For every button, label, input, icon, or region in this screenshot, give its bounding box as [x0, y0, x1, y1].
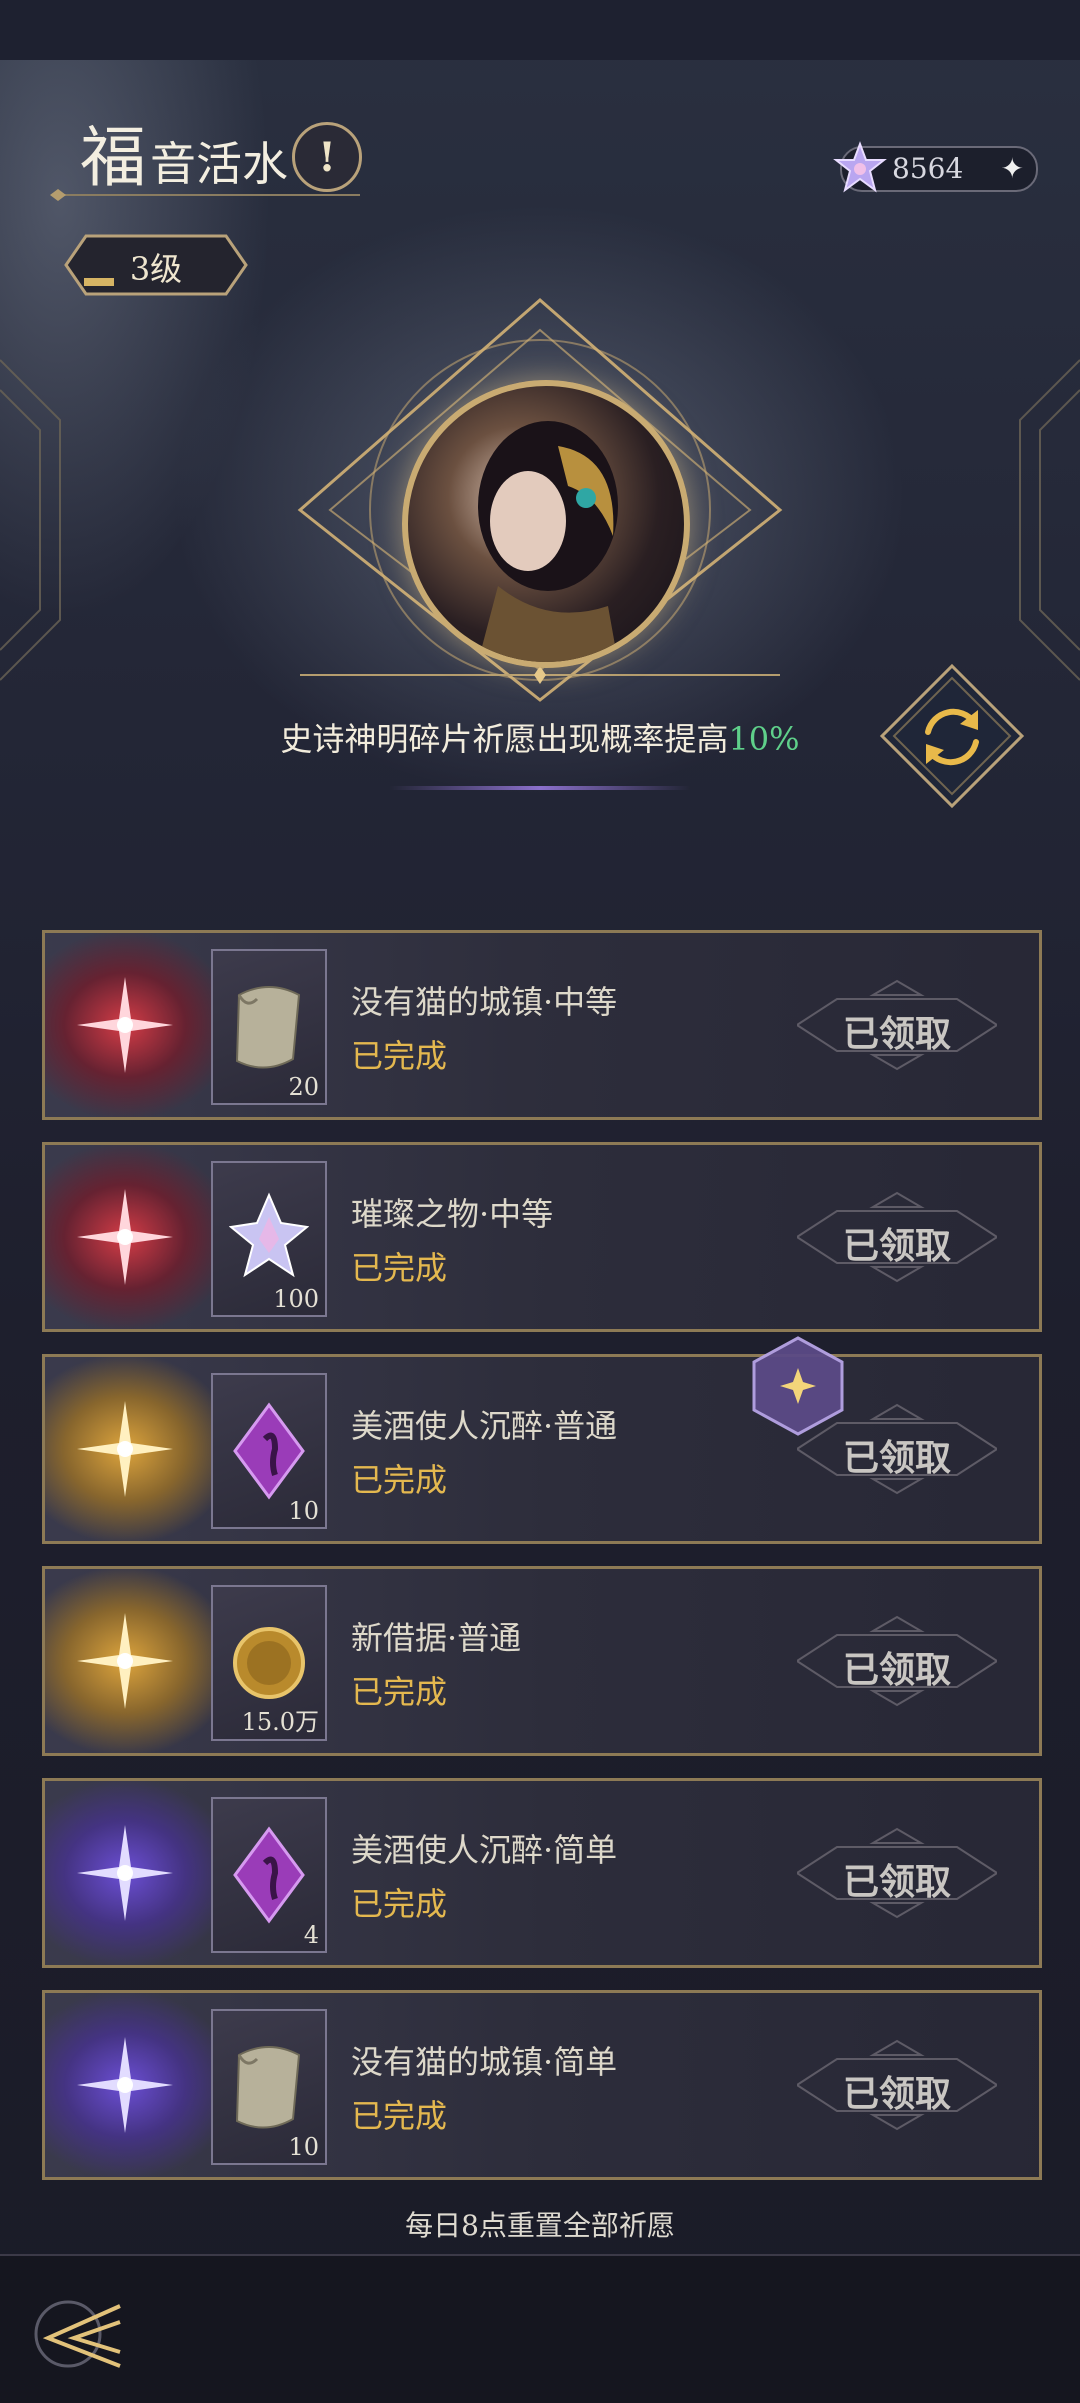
- rarity-star-icon: [77, 977, 173, 1073]
- add-currency-icon[interactable]: ✦: [1001, 152, 1024, 185]
- task-card: 10 没有猫的城镇·简单 已完成 已领取: [42, 1990, 1042, 2180]
- crystal-star-icon: [833, 141, 887, 193]
- claimed-button[interactable]: 已领取: [797, 1187, 997, 1287]
- claimed-button[interactable]: 已领取: [797, 975, 997, 1075]
- task-name: 美酒使人沉醉·普通: [351, 1407, 618, 1445]
- reward-item-slot[interactable]: 100: [211, 1161, 327, 1317]
- bonus-prefix: 史诗神明碎片祈愿出现概率提高: [280, 720, 729, 758]
- daily-reset-note: 每日8点重置全部祈愿: [405, 2209, 675, 2242]
- claimed-label: 已领取: [842, 2073, 951, 2115]
- claimed-label: 已领取: [842, 1013, 951, 1055]
- page-title: 福 音活水: [80, 125, 288, 191]
- claimed-button[interactable]: 已领取: [797, 1823, 997, 1923]
- status-bar: [0, 0, 1080, 60]
- back-arrow-icon: [42, 2304, 121, 2368]
- reward-quantity: 20: [288, 1073, 319, 1101]
- task-name: 新借据·普通: [351, 1619, 522, 1657]
- task-card: 20 没有猫的城镇·中等 已完成 已领取: [42, 930, 1042, 1120]
- bonus-underline: [390, 786, 690, 790]
- shard-icon: [229, 1823, 309, 1931]
- task-status: 已完成: [351, 1037, 448, 1075]
- refresh-button[interactable]: [878, 662, 1026, 810]
- floating-star-button[interactable]: [748, 1334, 848, 1438]
- title-first-char: 福: [80, 119, 146, 196]
- level-label: 3级: [129, 250, 183, 288]
- reward-quantity: 100: [273, 1285, 319, 1313]
- reward-quantity: 10: [288, 1497, 319, 1525]
- reward-quantity: 4: [303, 1921, 319, 1949]
- task-name: 没有猫的城镇·中等: [351, 983, 618, 1021]
- crystal-icon: [228, 1187, 310, 1295]
- character-portrait: [402, 380, 690, 668]
- info-button[interactable]: !: [292, 122, 362, 192]
- reward-item-slot[interactable]: 4: [211, 1797, 327, 1953]
- rarity-star-icon: [77, 1825, 173, 1921]
- reward-quantity: 15.0万: [241, 1708, 319, 1736]
- task-status: 已完成: [351, 2097, 448, 2135]
- task-card: 15.0万 新借据·普通 已完成 已领取: [42, 1566, 1042, 1756]
- scroll-icon: [229, 975, 309, 1083]
- currency-counter[interactable]: 8564 ✦: [833, 141, 1038, 193]
- level-badge: 3级: [52, 232, 260, 298]
- task-status: 已完成: [351, 1249, 448, 1287]
- task-status: 已完成: [351, 1673, 448, 1711]
- task-card: 10 美酒使人沉醉·普通 已完成 已领取: [42, 1354, 1042, 1544]
- reward-item-slot[interactable]: 15.0万: [211, 1585, 327, 1741]
- bottom-bar: [0, 2254, 1080, 2403]
- claimed-label: 已领取: [842, 1861, 951, 1903]
- claimed-button[interactable]: 已领取: [797, 2035, 997, 2135]
- claimed-button[interactable]: 已领取: [797, 1611, 997, 1711]
- task-card: 4 美酒使人沉醉·简单 已完成 已领取: [42, 1778, 1042, 1968]
- rarity-star-icon: [77, 1189, 173, 1285]
- task-name: 没有猫的城镇·简单: [351, 2043, 618, 2081]
- task-card: 100 璀璨之物·中等 已完成 已领取: [42, 1142, 1042, 1332]
- claimed-label: 已领取: [842, 1649, 951, 1691]
- claimed-label: 已领取: [842, 1225, 951, 1267]
- reward-item-slot[interactable]: 20: [211, 949, 327, 1105]
- bonus-highlight: 10%: [728, 720, 800, 758]
- task-status: 已完成: [351, 1885, 448, 1923]
- reward-item-slot[interactable]: 10: [211, 1373, 327, 1529]
- back-button[interactable]: [28, 2284, 128, 2384]
- scroll-icon: [229, 2035, 309, 2143]
- reward-item-slot[interactable]: 10: [211, 2009, 327, 2165]
- task-name: 璀璨之物·中等: [351, 1195, 554, 1233]
- task-name: 美酒使人沉醉·简单: [351, 1831, 618, 1869]
- reward-quantity: 10: [288, 2133, 319, 2161]
- rarity-star-icon: [77, 1401, 173, 1497]
- exclamation-icon: !: [318, 133, 336, 181]
- shard-icon: [229, 1399, 309, 1507]
- title-rest: 音活水: [150, 137, 288, 191]
- currency-value: 8564: [892, 152, 964, 185]
- task-status: 已完成: [351, 1461, 448, 1499]
- rarity-star-icon: [77, 1613, 173, 1709]
- rarity-star-icon: [77, 2037, 173, 2133]
